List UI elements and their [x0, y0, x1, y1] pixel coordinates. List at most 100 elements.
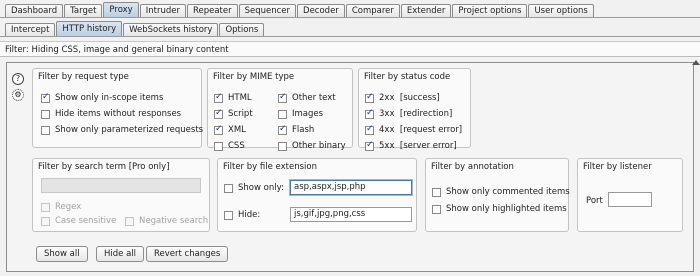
negative-search-option[interactable]: Negative search: [125, 215, 208, 227]
tab-divider: [0, 17, 700, 18]
status-2xx-option[interactable]: 2xx [success]: [365, 92, 440, 104]
status-5xx-label: 5xx [server error]: [379, 141, 457, 151]
mime-css-label: CSS: [228, 141, 245, 151]
regex-option[interactable]: Regex: [41, 201, 81, 213]
tab-project-options[interactable]: Project options: [452, 4, 528, 18]
sub-tab-divider: [0, 36, 700, 37]
hide-checkbox[interactable]: [224, 210, 233, 220]
status-2xx-label: 2xx [success]: [379, 93, 440, 103]
status-5xx-checkbox[interactable]: [365, 140, 374, 151]
mime-xml-option[interactable]: XML: [214, 124, 246, 136]
status-4xx-label: 4xx [request error]: [379, 125, 463, 135]
port-input[interactable]: [608, 192, 652, 207]
hide-option[interactable]: Hide:: [224, 209, 260, 221]
mime-script-label: Script: [228, 109, 253, 119]
hide-extensions-input[interactable]: js,gif,jpg,png,css: [290, 207, 412, 222]
request-type-title: Filter by request type: [38, 72, 129, 82]
status-4xx-checkbox[interactable]: [365, 124, 374, 135]
tab-comparer[interactable]: Comparer: [345, 4, 400, 18]
mime-html-checkbox[interactable]: [214, 92, 223, 103]
tab-target[interactable]: Target: [64, 4, 103, 18]
mime-other-text-option[interactable]: Other text: [278, 92, 336, 104]
tab-dashboard[interactable]: Dashboard: [5, 4, 64, 18]
tab-repeater[interactable]: Repeater: [186, 4, 238, 18]
mime-flash-checkbox[interactable]: [278, 124, 287, 135]
request-type-group: Filter by request type Show only in-scop…: [32, 68, 203, 148]
commented-option[interactable]: Show only commented items: [432, 186, 570, 198]
status-2xx-checkbox[interactable]: [365, 92, 374, 103]
mime-images-option[interactable]: Images: [278, 108, 323, 120]
tab-options[interactable]: Options: [219, 23, 265, 37]
file-extension-title: Filter by file extension: [223, 162, 317, 172]
search-term-title: Filter by search term [Pro only]: [38, 162, 170, 172]
mime-flash-label: Flash: [292, 125, 315, 135]
tab-intruder[interactable]: Intruder: [139, 4, 186, 18]
mime-other-text-checkbox[interactable]: [278, 92, 287, 103]
hide-all-button[interactable]: Hide all: [96, 246, 145, 262]
mime-type-title: Filter by MIME type: [213, 72, 295, 82]
tab-sequencer[interactable]: Sequencer: [238, 4, 297, 18]
filter-bar[interactable]: Filter: Hiding CSS, image and general bi…: [0, 41, 700, 57]
mime-images-checkbox[interactable]: [278, 109, 287, 119]
help-icon[interactable]: ?: [12, 73, 24, 85]
main-tab-bar: Dashboard Target Proxy Intruder Repeater…: [0, 1, 700, 18]
status-3xx-label: 3xx [redirection]: [379, 109, 453, 119]
hide-no-response-label: Hide items without responses: [55, 109, 182, 119]
tab-intercept[interactable]: Intercept: [5, 23, 56, 37]
mime-css-option[interactable]: CSS: [214, 140, 245, 152]
settings-icon[interactable]: ⚙: [12, 89, 24, 101]
in-scope-label: Show only in-scope items: [55, 93, 164, 103]
case-sensitive-option[interactable]: Case sensitive: [41, 215, 116, 227]
hide-no-response-option[interactable]: Hide items without responses: [41, 108, 181, 120]
mime-css-checkbox[interactable]: [214, 141, 223, 151]
status-3xx-option[interactable]: 3xx [redirection]: [365, 108, 452, 120]
tab-websockets-history[interactable]: WebSockets history: [123, 23, 219, 37]
mime-html-label: HTML: [228, 93, 252, 103]
show-only-option[interactable]: Show only:: [224, 182, 284, 194]
tab-extender[interactable]: Extender: [400, 4, 452, 18]
parameterized-checkbox[interactable]: [41, 125, 50, 135]
highlighted-checkbox[interactable]: [432, 204, 441, 214]
case-sensitive-label: Case sensitive: [55, 216, 117, 226]
mime-other-binary-option[interactable]: Other binary: [278, 140, 346, 152]
status-5xx-option[interactable]: 5xx [server error]: [365, 140, 457, 152]
regex-checkbox[interactable]: [41, 202, 50, 212]
regex-label: Regex: [55, 202, 82, 212]
case-sensitive-checkbox[interactable]: [41, 216, 50, 226]
show-only-checkbox[interactable]: [224, 183, 233, 193]
commented-checkbox[interactable]: [432, 187, 441, 197]
filter-settings-panel: ? ⚙ Filter by request type Show only in-…: [6, 62, 694, 272]
show-only-label: Show only:: [238, 183, 284, 193]
tab-decoder[interactable]: Decoder: [297, 4, 345, 18]
search-term-input[interactable]: [41, 178, 201, 193]
mime-xml-checkbox[interactable]: [214, 124, 223, 135]
mime-flash-option[interactable]: Flash: [278, 124, 314, 136]
listener-title: Filter by listener: [583, 162, 652, 172]
show-only-input[interactable]: asp,aspx,jsp,php: [290, 180, 412, 195]
tab-user-options[interactable]: User options: [528, 4, 594, 18]
mime-script-checkbox[interactable]: [214, 108, 223, 119]
negative-search-checkbox[interactable]: [125, 216, 134, 226]
in-scope-checkbox[interactable]: [41, 92, 50, 103]
mime-script-option[interactable]: Script: [214, 108, 253, 120]
show-all-button[interactable]: Show all: [36, 246, 88, 262]
revert-changes-button[interactable]: Revert changes: [146, 246, 229, 262]
mime-other-text-label: Other text: [292, 93, 336, 103]
tab-proxy[interactable]: Proxy: [103, 2, 139, 18]
status-4xx-option[interactable]: 4xx [request error]: [365, 124, 462, 136]
proxy-sub-tab-bar: Intercept HTTP history WebSockets histor…: [0, 20, 700, 37]
mime-html-option[interactable]: HTML: [214, 92, 252, 104]
highlighted-option[interactable]: Show only highlighted items: [432, 203, 567, 215]
listener-group: Filter by listener Port: [577, 158, 683, 232]
hide-no-response-checkbox[interactable]: [41, 109, 50, 119]
search-term-group: Filter by search term [Pro only] Regex C…: [32, 158, 210, 232]
scroll-up-icon[interactable]: [692, 58, 700, 65]
highlighted-label: Show only highlighted items: [446, 204, 567, 214]
tab-http-history[interactable]: HTTP history: [56, 21, 123, 37]
commented-label: Show only commented items: [446, 187, 570, 197]
annotation-group: Filter by annotation Show only commented…: [425, 158, 570, 232]
parameterized-option[interactable]: Show only parameterized requests: [41, 124, 203, 136]
in-scope-option[interactable]: Show only in-scope items: [41, 92, 163, 104]
mime-other-binary-checkbox[interactable]: [278, 141, 287, 151]
status-3xx-checkbox[interactable]: [365, 108, 374, 119]
